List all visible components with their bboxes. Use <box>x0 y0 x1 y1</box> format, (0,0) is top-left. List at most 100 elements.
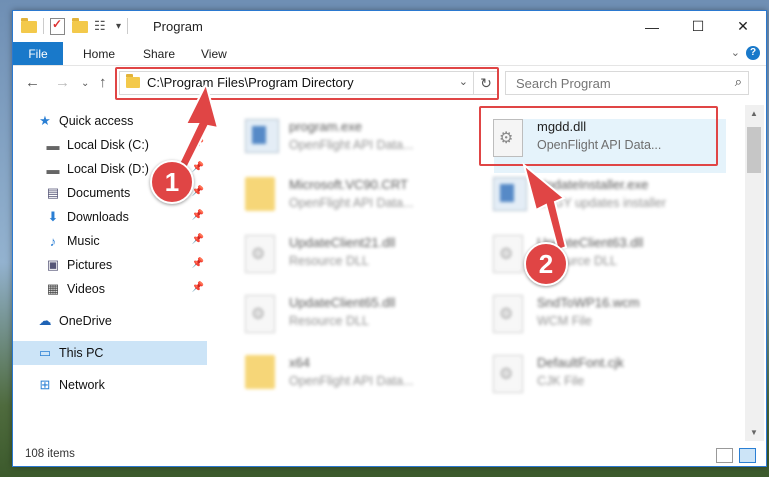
tab-share[interactable]: Share <box>143 47 175 61</box>
sidebar-item-label: This PC <box>59 346 104 360</box>
expand-ribbon-chevron-icon[interactable]: ⌄ <box>731 46 740 59</box>
pin-icon[interactable]: 📌 <box>192 282 204 293</box>
address-path[interactable]: C:\Program Files\Program Directory <box>147 75 354 90</box>
cloud-icon: ☁ <box>38 313 52 328</box>
scroll-down-icon[interactable]: ▼ <box>750 428 758 437</box>
sidebar-item-documents[interactable]: ▤ Documents 📌 <box>45 181 207 205</box>
sidebar-item-label: Documents <box>67 186 131 200</box>
folder-icon <box>245 355 279 395</box>
toolbar-divider <box>127 18 129 34</box>
sidebar-item-pictures[interactable]: ▣ Pictures 📌 <box>45 253 207 277</box>
scroll-thumb[interactable] <box>747 127 761 173</box>
computer-icon: ▭ <box>38 345 52 360</box>
dll-gear-icon <box>245 295 279 335</box>
search-box[interactable]: ⌕ <box>505 71 749 95</box>
customize-toolbar-chevron-icon[interactable]: ▾ <box>116 21 121 32</box>
pin-icon[interactable]: 📌 <box>192 138 204 149</box>
download-arrow-icon: ⬇ <box>47 209 59 224</box>
pin-icon[interactable]: 📌 <box>192 234 204 245</box>
explorer-window: ☷ ▾ Program — ☐ ✕ File Home Share View ⌄… <box>12 10 767 467</box>
list-item[interactable]: program.exe OpenFlight API Data... <box>237 113 467 165</box>
help-icon[interactable]: ? <box>746 46 760 60</box>
new-folder-icon[interactable] <box>72 18 88 34</box>
sidebar-item-label: Local Disk (C:) <box>67 138 149 152</box>
maximize-button[interactable]: ☐ <box>675 11 721 42</box>
toolbar-divider <box>43 18 44 34</box>
forward-button[interactable]: → <box>55 74 70 91</box>
list-item[interactable]: Microsoft.VC90.CRT OpenFlight API Data..… <box>237 171 467 223</box>
folder-icon <box>21 18 37 34</box>
address-dropdown-chevron-icon[interactable]: ⌄ <box>459 75 468 88</box>
drive-icon: ▬ <box>46 161 60 177</box>
file-description: OpenFlight API Data... <box>537 138 662 152</box>
sidebar-item-label: Videos <box>67 282 105 296</box>
list-item[interactable]: x64 OpenFlight API Data... <box>237 349 467 401</box>
quick-access-toolbar: ☷ ▾ <box>21 17 129 35</box>
documents-icon: ▤ <box>46 185 60 200</box>
back-button[interactable]: ← <box>25 74 40 91</box>
quick-access-star-icon: ★ <box>39 113 51 128</box>
sidebar-item-label: OneDrive <box>59 314 112 328</box>
list-item[interactable]: UpdateClient21.dll Resource DLL <box>237 229 467 281</box>
sidebar-item-label: Pictures <box>67 258 113 272</box>
search-icon[interactable]: ⌕ <box>735 74 742 90</box>
sidebar-item-label: Music <box>67 234 100 248</box>
sidebar-item-local-disk-c[interactable]: ▬ Local Disk (C:) 📌 <box>45 133 207 157</box>
status-bar: 108 items <box>13 444 766 466</box>
pin-icon[interactable]: 📌 <box>192 210 204 221</box>
pin-icon[interactable]: 📌 <box>192 162 204 173</box>
recent-locations-chevron-icon[interactable]: ⌄ <box>81 78 89 89</box>
sidebar-item-network[interactable]: ⊞ Network <box>37 373 207 397</box>
dll-gear-icon <box>245 235 279 275</box>
file-icon <box>493 355 527 395</box>
sidebar-item-music[interactable]: ♪ Music 📌 <box>45 229 207 253</box>
window-title: Program <box>153 19 203 34</box>
tab-view[interactable]: View <box>201 47 227 61</box>
ribbon-tabs: File Home Share View ⌄ ? <box>13 42 766 66</box>
dll-gear-icon <box>493 119 527 159</box>
minimize-button[interactable]: — <box>629 11 675 42</box>
title-bar: ☷ ▾ Program — ☐ ✕ <box>13 11 766 42</box>
list-item[interactable]: UpdateClient65.dll Resource DLL <box>237 289 467 341</box>
details-view-icon[interactable] <box>716 448 733 463</box>
search-input[interactable] <box>514 74 718 92</box>
dll-gear-icon <box>493 235 527 275</box>
address-bar[interactable]: C:\Program Files\Program Directory ⌄ ↻ <box>119 71 499 95</box>
drive-icon: ▬ <box>46 137 60 153</box>
navigation-pane: ★ Quick access ▬ Local Disk (C:) 📌 ▬ Loc… <box>13 105 209 445</box>
sidebar-item-label: Quick access <box>59 114 134 128</box>
folder-icon <box>245 177 279 217</box>
view-layout-icon[interactable]: ☷ <box>94 18 110 34</box>
sidebar-item-videos[interactable]: ▦ Videos 📌 <box>45 277 207 301</box>
sidebar-item-this-pc[interactable]: ▭ This PC <box>13 341 207 365</box>
installer-icon <box>493 177 527 217</box>
list-item-mgdd-dll[interactable]: mgdd.dll OpenFlight API Data... <box>485 113 715 165</box>
close-button[interactable]: ✕ <box>720 11 766 42</box>
list-item[interactable]: SndToWP16.wcm WCM File <box>485 289 715 341</box>
pin-icon[interactable]: 📌 <box>192 258 204 269</box>
list-item[interactable]: UpdateInstaller.exe SAGY updates install… <box>485 171 715 223</box>
tab-file[interactable]: File <box>13 42 63 65</box>
sidebar-item-onedrive[interactable]: ☁ OneDrive <box>37 309 207 333</box>
up-button[interactable]: ↑ <box>99 74 107 91</box>
sidebar-item-downloads[interactable]: ⬇ Downloads 📌 <box>45 205 207 229</box>
pin-icon[interactable]: 📌 <box>192 186 204 197</box>
exe-icon <box>245 119 279 159</box>
sidebar-item-quick-access[interactable]: ★ Quick access <box>37 109 207 133</box>
sidebar-item-label: Local Disk (D:) <box>67 162 149 176</box>
file-name: mgdd.dll <box>537 119 587 134</box>
sidebar-item-label: Downloads <box>67 210 129 224</box>
tiles-view-icon[interactable] <box>739 448 756 463</box>
properties-check-icon[interactable] <box>50 17 66 35</box>
vertical-scrollbar[interactable]: ▲ ▼ <box>745 105 764 441</box>
list-item[interactable]: UpdateClient63.dll Resource DLL <box>485 229 715 281</box>
sidebar-item-label: Network <box>59 378 105 392</box>
tab-home[interactable]: Home <box>83 47 115 61</box>
refresh-button[interactable]: ↻ <box>473 72 498 94</box>
sidebar-item-local-disk-d[interactable]: ▬ Local Disk (D:) 📌 <box>45 157 207 181</box>
address-row: ← → ⌄ ↑ C:\Program Files\Program Directo… <box>13 66 766 100</box>
scroll-up-icon[interactable]: ▲ <box>750 109 758 118</box>
list-item[interactable]: DefaultFont.cjk CJK File <box>485 349 715 401</box>
network-icon: ⊞ <box>39 377 51 392</box>
folder-icon <box>126 74 140 88</box>
